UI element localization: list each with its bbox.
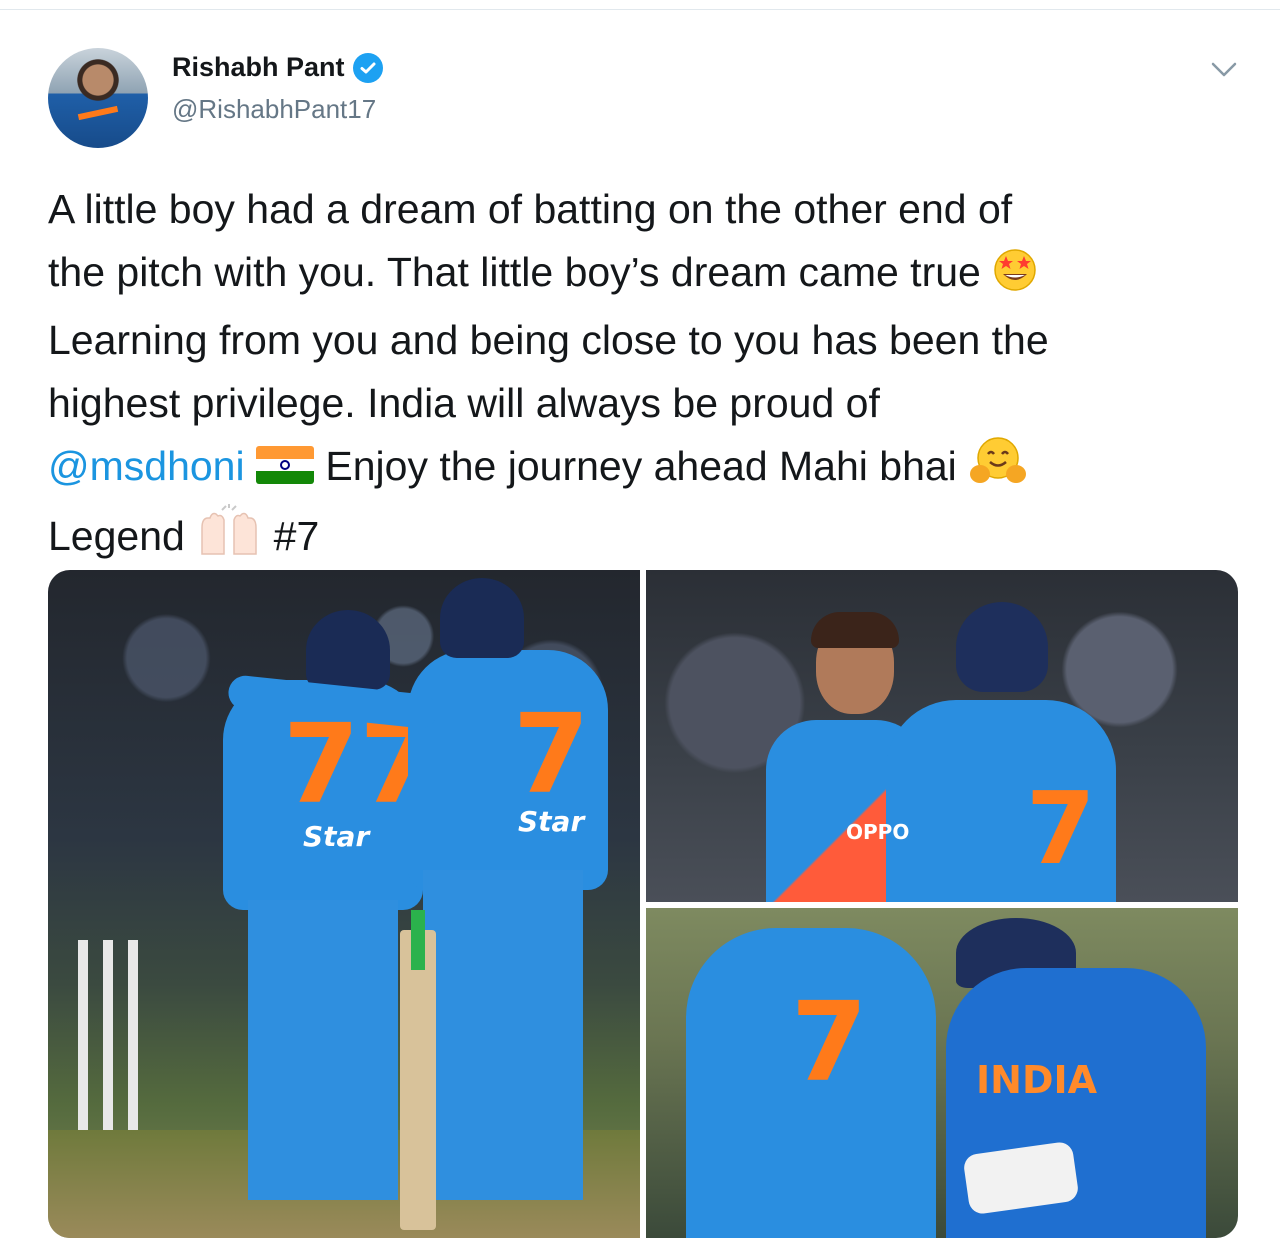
tweet-text: A little boy had a dream of batting on t… <box>48 178 1258 573</box>
star-struck-emoji-icon <box>992 246 1038 310</box>
tweet-line-6-text: Legend <box>48 512 185 559</box>
photo-two-batsmen-walking[interactable]: 77 Star 7 Star <box>48 570 640 1238</box>
tweet-line-3: Learning from you and being close to you… <box>48 309 1258 372</box>
author-name[interactable]: Rishabh Pant <box>172 52 345 83</box>
hugging-face-emoji-icon <box>968 434 1028 504</box>
author-avatar[interactable] <box>48 48 148 148</box>
photo-players-closeup[interactable]: 7 INDIA <box>646 908 1238 1238</box>
author-name-row[interactable]: Rishabh Pant <box>172 52 383 83</box>
media-grid: 77 Star 7 Star 7 OPPO 7 INDIA <box>48 570 1238 1238</box>
tweet-line-4-text: highest privilege. India will always be … <box>48 379 880 426</box>
tweet-line-1-text: A little boy had a dream of batting on t… <box>48 186 1013 232</box>
tweet-line-6: Legend #7 <box>48 503 1258 574</box>
raising-hands-emoji-icon <box>196 503 262 574</box>
mention-link[interactable]: @msdhoni <box>48 443 245 489</box>
chevron-down-icon[interactable] <box>1208 54 1240 86</box>
tweet-card[interactable]: Rishabh Pant @RishabhPant17 A little boy… <box>0 10 1280 1258</box>
tweet-line-5: @msdhoni Enjoy the journey ahead Mahi bh… <box>48 434 1258 504</box>
tweet-line-3-text: Learning from you and being close to you… <box>48 317 1049 363</box>
tweet-line-4: highest privilege. India will always be … <box>48 372 1258 435</box>
author-handle[interactable]: @RishabhPant17 <box>172 94 376 125</box>
verified-badge-icon <box>352 52 383 83</box>
tweet-line-1: A little boy had a dream of batting on t… <box>48 178 1258 241</box>
india-flag-icon <box>256 446 314 484</box>
tweet-line-2-text: the pitch with you. That little boy’s dr… <box>48 248 981 295</box>
hashtag-link[interactable]: #7 <box>274 513 320 559</box>
top-divider <box>0 0 1280 10</box>
tweet-line-5-text: Enjoy the journey ahead Mahi bhai <box>325 443 957 489</box>
tweet-line-2: the pitch with you. That little boy’s dr… <box>48 241 1258 310</box>
photo-players-talking[interactable]: 7 OPPO <box>646 570 1238 902</box>
